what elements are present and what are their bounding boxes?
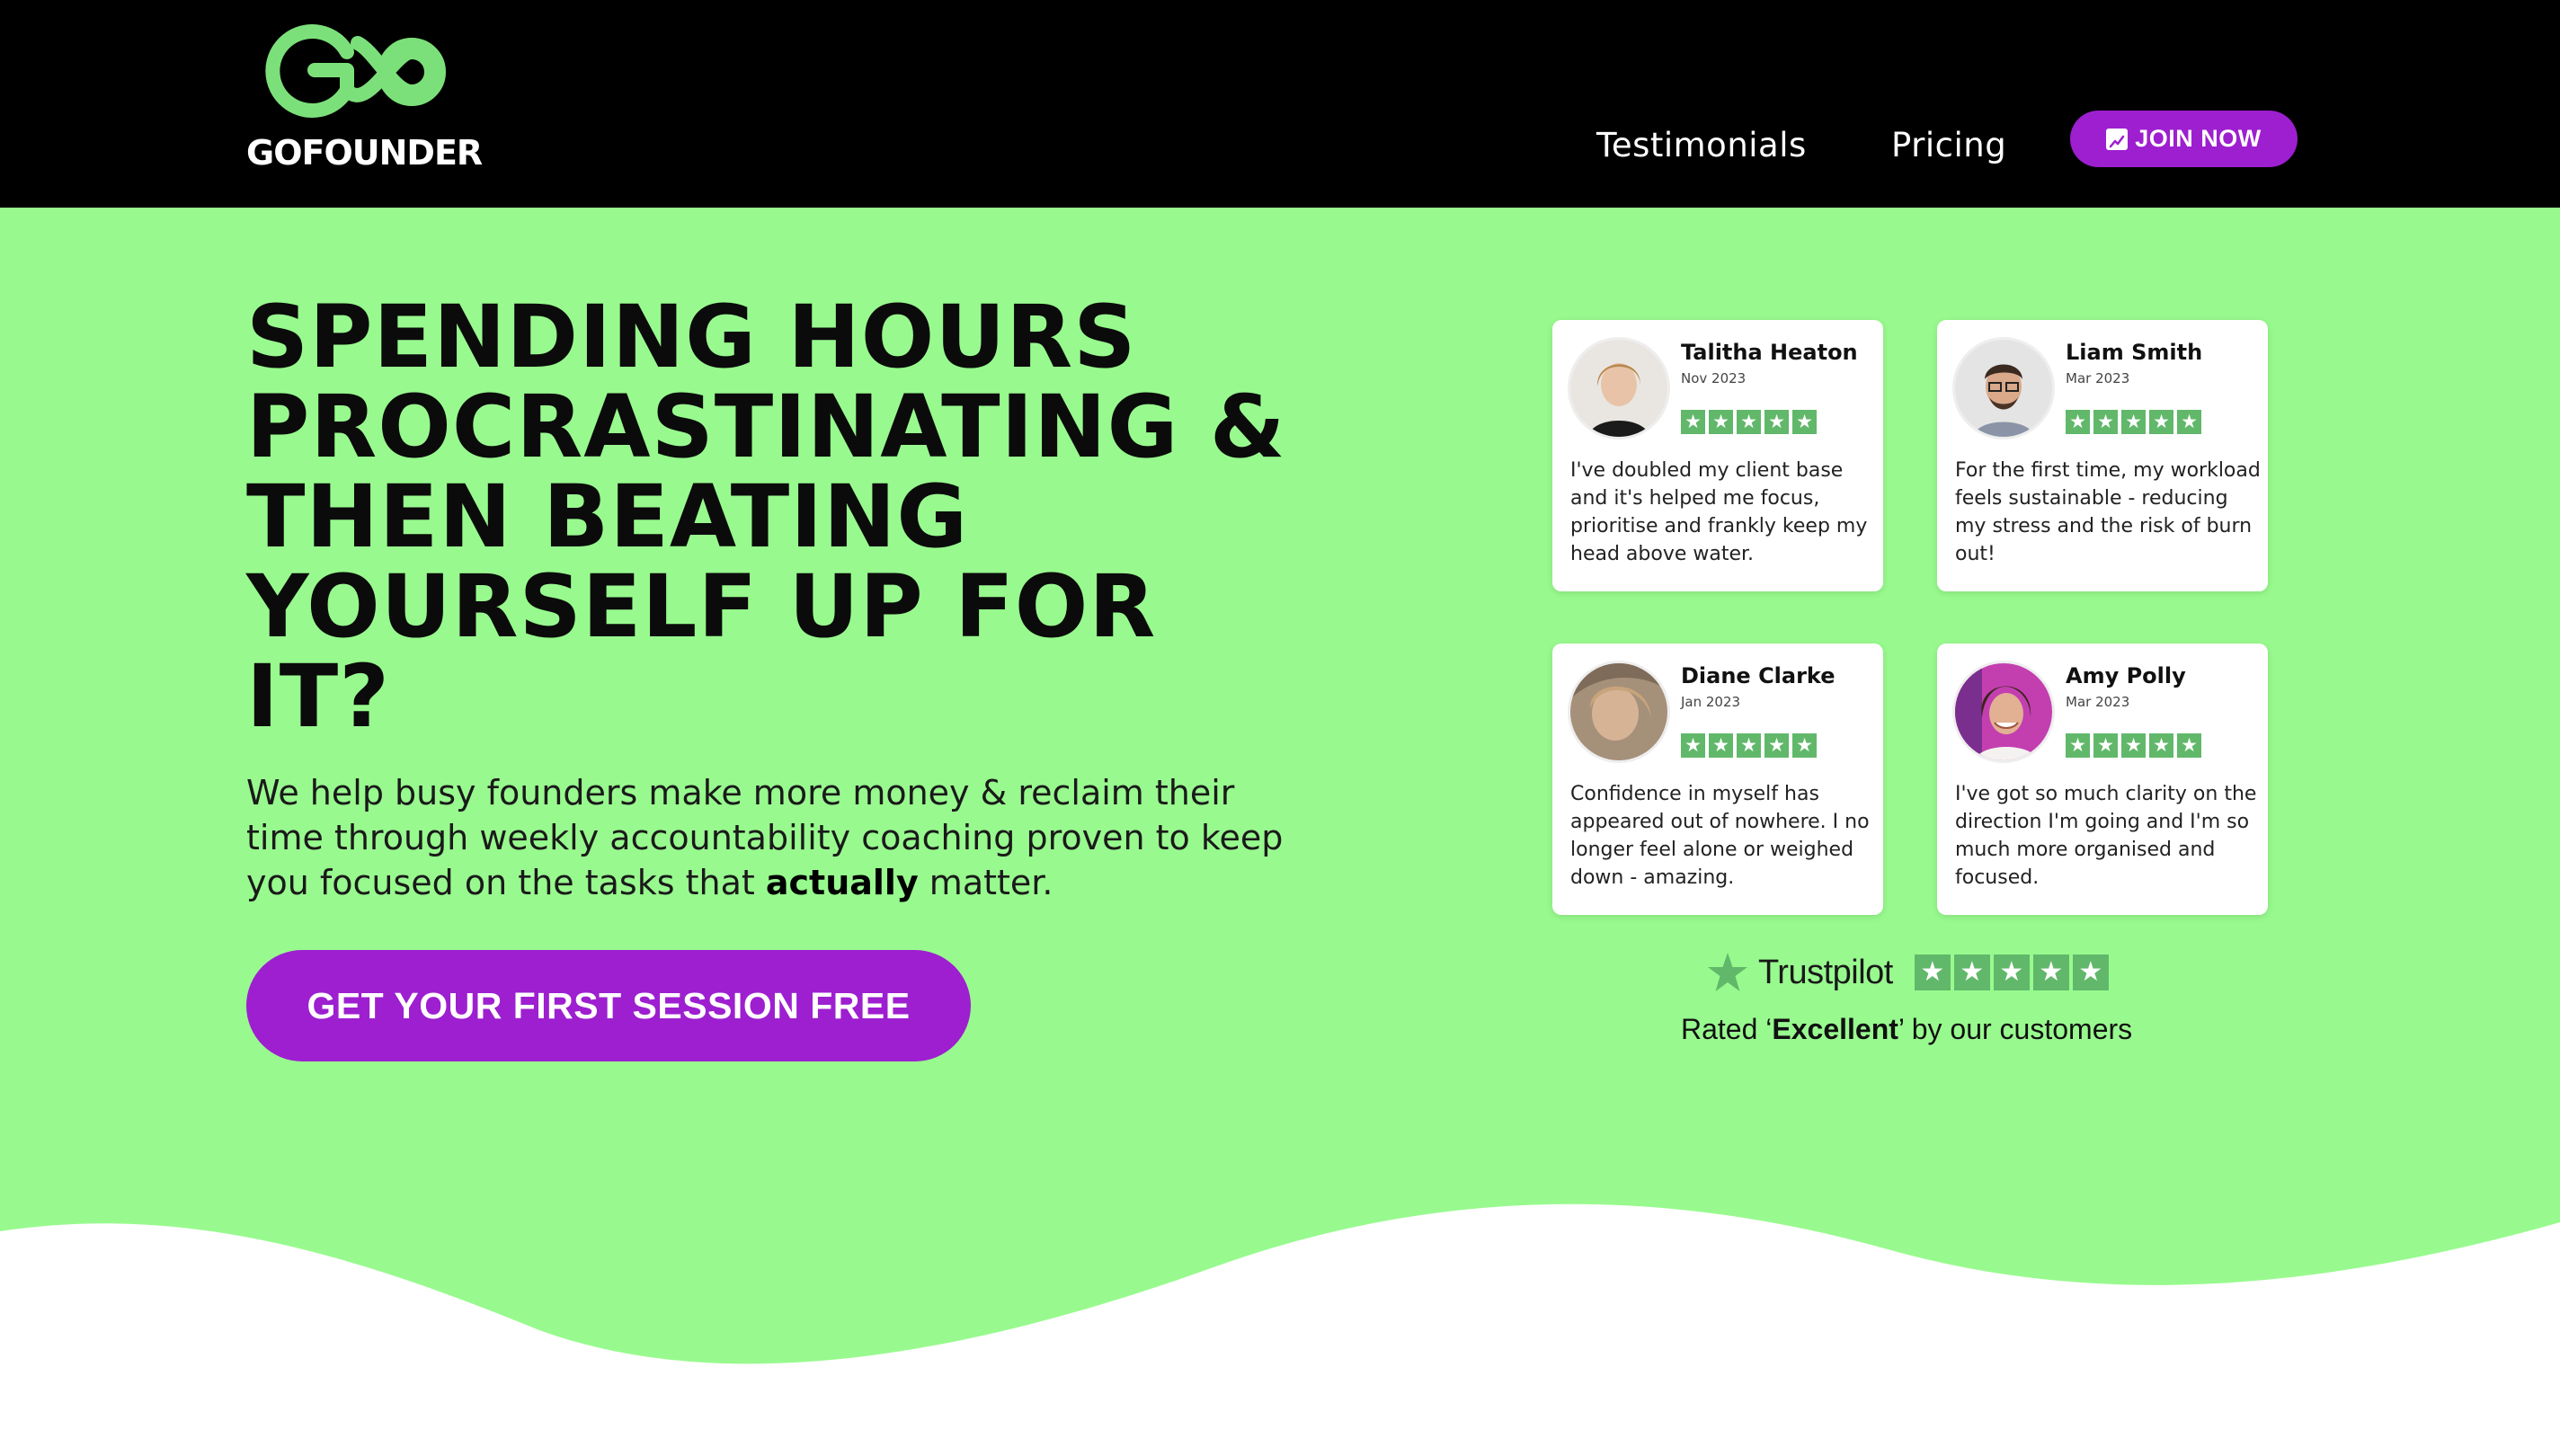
star-icon: ★ [1737, 733, 1761, 758]
star-icon: ★ [2121, 410, 2146, 434]
reviewer-name: Liam Smith [2066, 340, 2203, 365]
trustpilot-star-icon [1708, 953, 1747, 991]
avatar [1955, 663, 2052, 760]
star-icon: ★ [2121, 733, 2146, 758]
trustpilot-rating-text: Rated ‘Excellent’ by our customers [1681, 1013, 2141, 1046]
avatar [1955, 340, 2052, 437]
hero-subtext: We help busy founders make more money & … [246, 770, 1289, 905]
review-text: I've got so much clarity on the directio… [1955, 783, 2257, 889]
join-now-label: JOIN NOW [2135, 125, 2262, 152]
subtext-emphasis: actually [765, 863, 919, 902]
star-icon: ★ [2093, 733, 2118, 758]
star-icon: ★ [1792, 733, 1817, 758]
hero-headline: SPENDING HOURS PROCRASTINATING & THEN BE… [246, 287, 1286, 747]
star-icon: ★ [2149, 410, 2173, 434]
star-icon: ★ [2177, 733, 2201, 758]
avatar [1570, 663, 1667, 760]
star-icon: ★ [1737, 410, 1761, 434]
wave-divider [0, 1203, 2560, 1456]
star-icon: ★ [1953, 954, 1990, 990]
infinity-go-logo-icon [265, 24, 446, 118]
star-icon: ★ [1764, 410, 1789, 434]
star-icon: ★ [1993, 954, 2030, 990]
star-icon: ★ [2149, 733, 2173, 758]
rated-prefix: Rated ‘ [1681, 1013, 1773, 1045]
star-icon: ★ [2066, 733, 2090, 758]
nav-testimonials[interactable]: Testimonials [1596, 126, 1807, 164]
first-session-free-button[interactable]: GET YOUR FIRST SESSION FREE [246, 950, 971, 1061]
review-date: Nov 2023 [1681, 370, 1747, 386]
review-text: Confidence in myself has appeared out of… [1570, 783, 1870, 889]
subtext-main: We help busy founders make more money & … [246, 773, 1284, 902]
reviewer-name: Talitha Heaton [1681, 340, 1858, 365]
site-header: GOFOUNDER Testimonials Pricing JOIN NOW [0, 0, 2560, 208]
review-date: Jan 2023 [1681, 694, 1741, 710]
star-icon: ★ [1681, 733, 1705, 758]
star-icon: ★ [1709, 410, 1733, 434]
star-icon: ★ [2177, 410, 2201, 434]
rated-excellent: Excellent [1772, 1013, 1898, 1045]
star-icon: ★ [1914, 954, 1951, 990]
star-rating: ★ ★ ★ ★ ★ [2066, 410, 2201, 434]
star-rating: ★ ★ ★ ★ ★ [2066, 733, 2201, 758]
review-date: Mar 2023 [2066, 370, 2130, 386]
star-icon: ★ [1709, 733, 1733, 758]
review-card: Diane Clarke Jan 2023 ★ ★ ★ ★ ★ Confidence i… [1552, 644, 1883, 915]
avatar [1570, 340, 1667, 437]
star-icon: ★ [1764, 733, 1789, 758]
chart-up-icon [2106, 128, 2129, 150]
star-icon: ★ [2072, 954, 2109, 990]
star-icon: ★ [1792, 410, 1817, 434]
review-text: I've doubled my client base and it's hel… [1570, 459, 1868, 565]
review-text: For the first time, my workload feels su… [1955, 459, 2261, 565]
reviewer-name: Diane Clarke [1681, 663, 1836, 688]
gofounder-logo[interactable]: GOFOUNDER [246, 16, 483, 173]
star-icon: ★ [2093, 410, 2118, 434]
review-date: Mar 2023 [2066, 694, 2130, 710]
review-card: Liam Smith Mar 2023 ★ ★ ★ ★ ★ For the first … [1937, 320, 2268, 591]
star-icon: ★ [2066, 410, 2090, 434]
review-card: Amy Polly Mar 2023 ★ ★ ★ ★ ★ I've got so muc… [1937, 644, 2268, 915]
nav-pricing[interactable]: Pricing [1891, 126, 2006, 164]
logo-text: GOFOUNDER [246, 133, 483, 173]
trustpilot-stars: ★ ★ ★ ★ ★ [1914, 954, 2109, 990]
star-rating: ★ ★ ★ ★ ★ [1681, 410, 1817, 434]
star-rating: ★ ★ ★ ★ ★ [1681, 733, 1817, 758]
reviewer-name: Amy Polly [2066, 663, 2186, 688]
join-now-button[interactable]: JOIN NOW [2070, 111, 2298, 167]
review-card: Talitha Heaton Nov 2023 ★ ★ ★ ★ ★ I've doubl… [1552, 320, 1883, 591]
star-icon: ★ [1681, 410, 1705, 434]
rated-suffix: ’ by our customers [1898, 1013, 2133, 1045]
subtext-end: matter. [918, 863, 1053, 902]
trustpilot-wordmark: Trustpilot [1758, 953, 1893, 991]
trustpilot-badge[interactable]: Trustpilot ★ ★ ★ ★ ★ [1706, 951, 2109, 994]
star-icon: ★ [2032, 954, 2069, 990]
